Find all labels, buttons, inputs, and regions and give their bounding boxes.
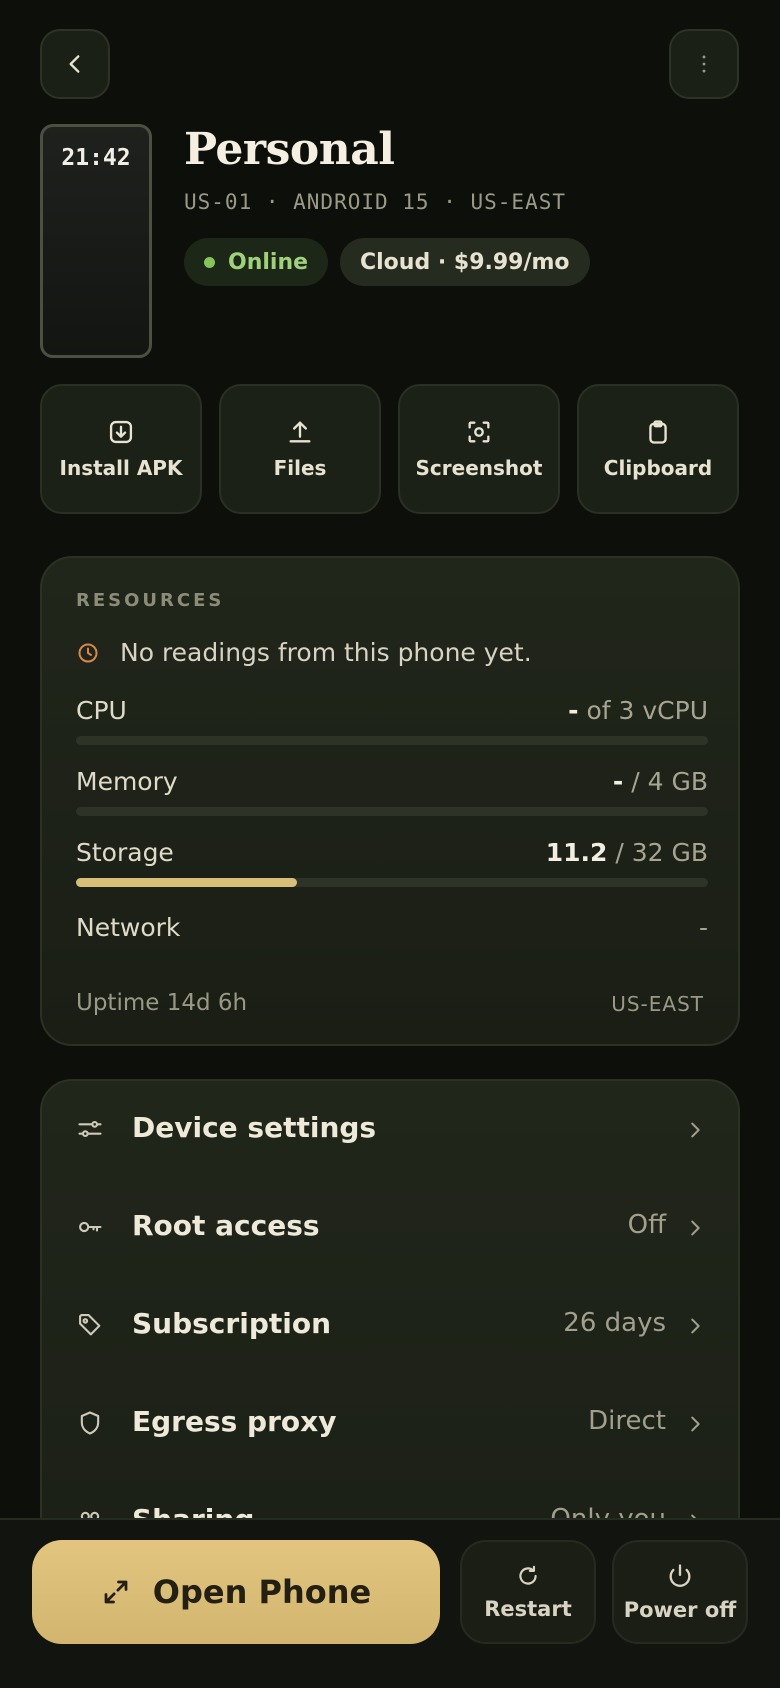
egress-proxy-label: Egress proxy — [132, 1405, 337, 1438]
plan-text: Cloud · $9.99/mo — [360, 249, 570, 275]
more-options-button[interactable] — [669, 29, 739, 99]
open-phone-label: Open Phone — [152, 1573, 372, 1611]
storage-value: 11.2 / 32 GB — [546, 838, 708, 867]
power-off-label: Power off — [623, 1598, 737, 1622]
notice-text: No readings from this phone yet. — [120, 638, 532, 667]
status-dot-icon — [204, 256, 215, 268]
screenshot-button[interactable]: Screenshot — [398, 384, 560, 514]
restart-button[interactable]: Restart — [460, 1540, 596, 1644]
device-settings-row[interactable]: Device settings — [42, 1081, 742, 1179]
device-subtitle: US-01 · ANDROID 15 · US-EAST — [184, 190, 567, 214]
storage-total: / 32 GB — [607, 838, 708, 867]
egress-proxy-row[interactable]: Egress proxy Direct — [42, 1375, 742, 1473]
storage-bar — [76, 878, 708, 887]
status-text: Online — [228, 249, 309, 275]
network-label: Network — [76, 913, 181, 942]
power-off-button[interactable]: Power off — [612, 1540, 748, 1644]
cpu-value: - of 3 vCPU — [568, 696, 708, 725]
back-button[interactable] — [40, 29, 110, 99]
install-apk-label: Install APK — [59, 456, 183, 480]
restart-icon — [519, 1565, 537, 1585]
cpu-label: CPU — [76, 696, 127, 725]
device-name: Personal — [184, 124, 395, 175]
subscription-label: Subscription — [132, 1307, 332, 1340]
resources-section-label: RESOURCES — [76, 590, 225, 611]
restart-label: Restart — [484, 1597, 572, 1621]
clipboard-icon — [649, 420, 667, 444]
uptime-text: Uptime 14d 6h — [76, 990, 248, 1016]
tag-icon — [79, 1314, 101, 1336]
memory-current: - — [612, 767, 624, 796]
clock-icon — [78, 643, 98, 662]
phone-screen-time: 21:42 — [61, 145, 131, 171]
status-badge: Online — [184, 238, 329, 286]
clipboard-label: Clipboard — [603, 456, 713, 480]
files-button[interactable]: Files — [219, 384, 381, 514]
memory-total: / 4 GB — [623, 767, 708, 796]
network-value: - — [698, 913, 708, 942]
screenshot-label: Screenshot — [415, 456, 543, 480]
key-icon — [79, 1221, 102, 1233]
cpu-bar — [76, 736, 708, 745]
open-phone-button[interactable]: Open Phone — [32, 1540, 440, 1644]
device-settings-label: Device settings — [132, 1111, 377, 1144]
subscription-value: 26 days — [563, 1308, 666, 1338]
power-icon — [669, 1564, 691, 1587]
chevron-left-icon — [69, 55, 80, 73]
memory-label: Memory — [76, 767, 178, 796]
storage-bar-fill — [76, 878, 298, 887]
chevron-right-icon — [691, 1318, 700, 1334]
shield-icon — [80, 1411, 100, 1435]
expand-icon — [104, 1580, 128, 1604]
egress-proxy-value: Direct — [588, 1406, 666, 1436]
more-vertical-icon — [702, 55, 706, 73]
root-access-value: Off — [627, 1210, 666, 1240]
memory-bar — [76, 807, 708, 816]
upload-icon — [289, 421, 311, 443]
chevron-right-icon — [691, 1122, 700, 1138]
storage-current: 11.2 — [545, 838, 608, 867]
phone-thumbnail[interactable]: 21:42 — [40, 124, 152, 358]
bottom-action-bar: Open Phone Restart Power off — [0, 1518, 780, 1688]
cpu-current: - — [568, 696, 579, 725]
sliders-icon — [78, 1120, 102, 1138]
install-apk-button[interactable]: Install APK — [40, 384, 202, 514]
chevron-right-icon — [691, 1416, 700, 1432]
subscription-row[interactable]: Subscription 26 days — [42, 1277, 742, 1375]
storage-label: Storage — [76, 838, 174, 867]
install-apk-icon — [109, 420, 133, 444]
cpu-total: of 3 vCPU — [578, 696, 708, 725]
resources-card: RESOURCES No readings from this phone ye… — [40, 556, 740, 1046]
clipboard-button[interactable]: Clipboard — [577, 384, 739, 514]
screenshot-icon — [468, 421, 490, 443]
root-access-row[interactable]: Root access Off — [42, 1179, 742, 1277]
no-readings-notice: No readings from this phone yet. — [76, 638, 532, 667]
plan-badge: Cloud · $9.99/mo — [340, 238, 590, 286]
region-text: US-EAST — [611, 992, 704, 1016]
root-access-label: Root access — [132, 1209, 320, 1242]
chevron-right-icon — [691, 1220, 700, 1236]
files-label: Files — [273, 456, 327, 480]
memory-value: - / 4 GB — [613, 767, 708, 796]
